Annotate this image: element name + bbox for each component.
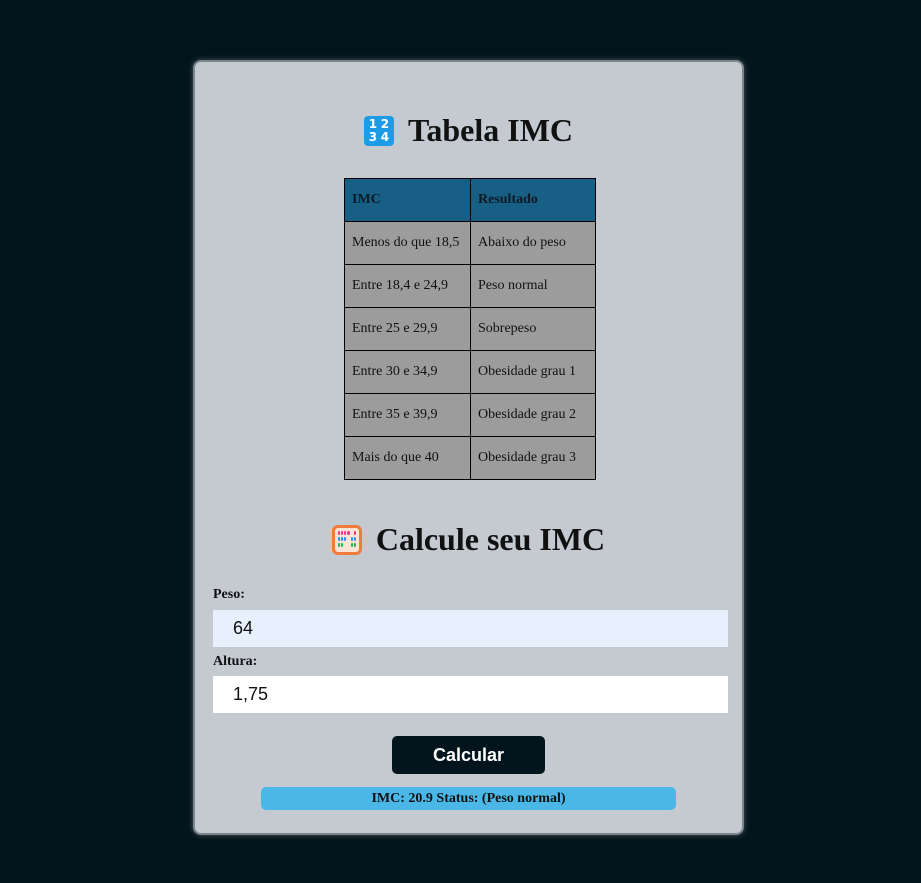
table-row: Entre 30 e 34,9 Obesidade grau 1 — [344, 350, 596, 394]
imc-card: 1234 Tabela IMC IMC Resultado Menos do q… — [193, 60, 744, 835]
table-header-row: IMC Resultado — [344, 178, 596, 222]
input-numbers-icon: 1234 — [363, 115, 394, 146]
peso-label: Peso: — [213, 587, 245, 602]
calc-title: Calcule seu IMC — [375, 521, 606, 557]
result-cell: Obesidade grau 3 — [470, 436, 596, 480]
altura-label: Altura: — [213, 654, 258, 669]
result-banner: IMC: 20.9 Status: (Peso normal) — [261, 787, 676, 810]
calcular-button[interactable]: Calcular — [392, 736, 545, 774]
imc-range-cell: Menos do que 18,5 — [344, 221, 471, 265]
table-row: Mais do que 40 Obesidade grau 3 — [344, 436, 596, 480]
result-cell: Peso normal — [470, 264, 596, 308]
imc-table: IMC Resultado Menos do que 18,5 Abaixo d… — [344, 178, 596, 480]
column-header-resultado: Resultado — [470, 178, 596, 222]
result-cell: Abaixo do peso — [470, 221, 596, 265]
imc-range-cell: Entre 35 e 39,9 — [344, 393, 471, 437]
imc-range-cell: Mais do que 40 — [344, 436, 471, 480]
calc-heading: Calcule seu IMC — [195, 521, 742, 558]
peso-input[interactable] — [213, 610, 728, 647]
altura-input[interactable] — [213, 676, 728, 713]
result-cell: Sobrepeso — [470, 307, 596, 351]
table-title: Tabela IMC — [407, 112, 574, 148]
table-row: Menos do que 18,5 Abaixo do peso — [344, 221, 596, 265]
imc-range-cell: Entre 30 e 34,9 — [344, 350, 471, 394]
column-header-imc: IMC — [344, 178, 471, 222]
table-row: Entre 25 e 29,9 Sobrepeso — [344, 307, 596, 351]
result-cell: Obesidade grau 2 — [470, 393, 596, 437]
abacus-icon — [331, 524, 362, 555]
table-row: Entre 35 e 39,9 Obesidade grau 2 — [344, 393, 596, 437]
imc-range-cell: Entre 25 e 29,9 — [344, 307, 471, 351]
table-row: Entre 18,4 e 24,9 Peso normal — [344, 264, 596, 308]
imc-range-cell: Entre 18,4 e 24,9 — [344, 264, 471, 308]
table-heading: 1234 Tabela IMC — [195, 112, 742, 149]
result-cell: Obesidade grau 1 — [470, 350, 596, 394]
